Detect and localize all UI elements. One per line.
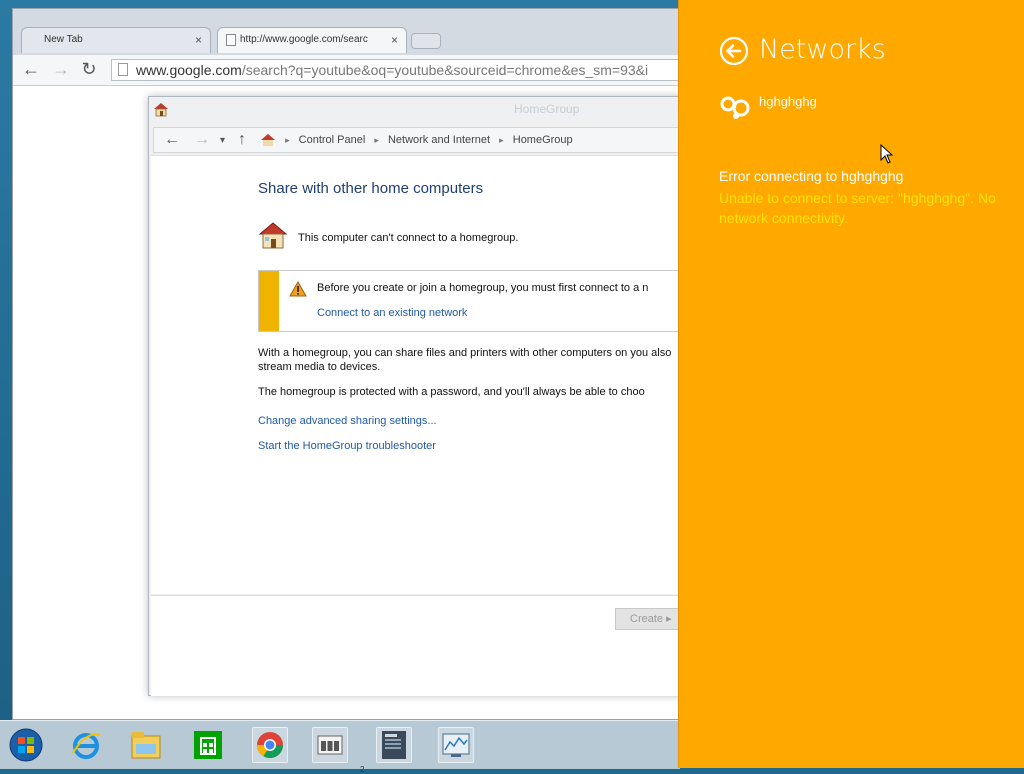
homegroup-status: This computer can't connect to a homegro… xyxy=(298,232,519,244)
networks-panel: Networks hghghghg Error connecting to hg… xyxy=(678,0,1024,768)
back-circle-arrow-icon xyxy=(719,36,749,66)
chrome-icon[interactable] xyxy=(252,727,288,763)
taskbar: 2 xyxy=(0,720,680,774)
back-arrow-icon[interactable]: ← xyxy=(164,131,180,149)
page-icon xyxy=(226,34,236,46)
homegroup-footer: Create ▸ xyxy=(151,595,705,696)
forward-arrow-icon[interactable]: → xyxy=(194,131,210,149)
homegroup-content: Share with other home computers This com… xyxy=(151,155,718,594)
page-icon xyxy=(118,63,128,76)
address-path: /search?q=youtube&oq=youtube&sourceid=ch… xyxy=(241,62,649,78)
mouse-pointer-icon xyxy=(880,143,894,164)
breadcrumb-control-panel[interactable]: Control Panel xyxy=(299,134,366,146)
close-tab-icon[interactable]: × xyxy=(195,28,202,52)
homegroup-taskbar-icon[interactable]: 2 xyxy=(312,727,364,774)
forward-arrow-icon[interactable]: → xyxy=(51,60,71,80)
breadcrumb-network-and-internet[interactable]: Network and Internet xyxy=(388,134,490,146)
breadcrumb-homegroup[interactable]: HomeGroup xyxy=(513,134,573,146)
window-title: HomeGroup xyxy=(514,102,580,116)
address-host: www.google.com xyxy=(136,62,242,78)
warning-text: Before you create or join a homegroup, y… xyxy=(317,282,649,294)
address-bar: ← → ▾ ↑ ▸ Control Panel ▸ Network and In… xyxy=(153,127,705,153)
tab-title: http://www.google.com/searc xyxy=(240,34,368,45)
browser-toolbar: ← → ↻ www.google.com/search?q=youtube&oq… xyxy=(13,55,711,86)
homegroup-icon xyxy=(153,101,169,120)
store-icon[interactable] xyxy=(190,727,226,763)
warning-bar xyxy=(259,271,279,331)
advanced-sharing-link[interactable]: Change advanced sharing settings... xyxy=(258,415,437,427)
reload-icon[interactable]: ↻ xyxy=(79,60,99,80)
tab-title: New Tab xyxy=(44,34,83,45)
troubleshooter-link[interactable]: Start the HomeGroup troubleshooter xyxy=(258,440,436,452)
close-tab-icon[interactable]: × xyxy=(391,28,398,52)
control-panel-icon xyxy=(260,134,279,147)
back-arrow-icon[interactable]: ← xyxy=(21,60,41,80)
start-button[interactable] xyxy=(8,727,44,763)
warning-box: Before you create or join a homegroup, y… xyxy=(258,270,718,332)
connection-error-detail: Unable to connect to server: "hghghghg".… xyxy=(719,190,996,226)
back-button[interactable] xyxy=(719,36,749,66)
connection-error-title: Error connecting to hghghghg xyxy=(719,168,904,184)
tab-strip: New Tab × http://www.google.com/searc × xyxy=(13,9,711,55)
windows-orb-icon xyxy=(9,728,43,762)
up-arrow-icon[interactable]: ↑ xyxy=(238,131,246,149)
password-description: The homegroup is protected with a passwo… xyxy=(258,386,645,398)
recent-pages-dropdown-icon[interactable]: ▾ xyxy=(220,135,225,146)
network-name: hghghghg xyxy=(759,94,817,109)
new-tab-button[interactable] xyxy=(411,33,441,49)
warning-icon xyxy=(289,280,307,297)
homegroup-window: HomeGroup ← → ▾ ↑ ▸ Control Panel ▸ Netw… xyxy=(148,96,718,696)
homegroup-description: With a homegroup, you can share files an… xyxy=(258,347,672,373)
resource-monitor-icon[interactable] xyxy=(438,727,474,763)
homegroup-house-icon xyxy=(258,220,288,250)
window-titlebar[interactable]: HomeGroup xyxy=(149,97,707,123)
window-count-badge: 2 xyxy=(360,765,365,774)
file-explorer-icon[interactable] xyxy=(128,727,164,763)
network-list-item[interactable]: hghghghg xyxy=(719,94,999,122)
page-heading: Share with other home computers xyxy=(258,180,484,197)
tab-google-search[interactable]: http://www.google.com/searc × xyxy=(217,27,407,53)
address-bar[interactable]: www.google.com/search?q=youtube&oq=youtu… xyxy=(111,59,711,81)
connect-network-link[interactable]: Connect to an existing network xyxy=(317,307,467,319)
network-connection-icon xyxy=(719,94,753,120)
breadcrumb: ▸ Control Panel ▸ Network and Internet ▸… xyxy=(260,131,573,149)
panel-title: Networks xyxy=(759,34,886,65)
tab-new-tab[interactable]: New Tab × xyxy=(21,27,211,53)
internet-explorer-icon[interactable] xyxy=(68,727,104,763)
document-icon[interactable] xyxy=(376,727,412,763)
